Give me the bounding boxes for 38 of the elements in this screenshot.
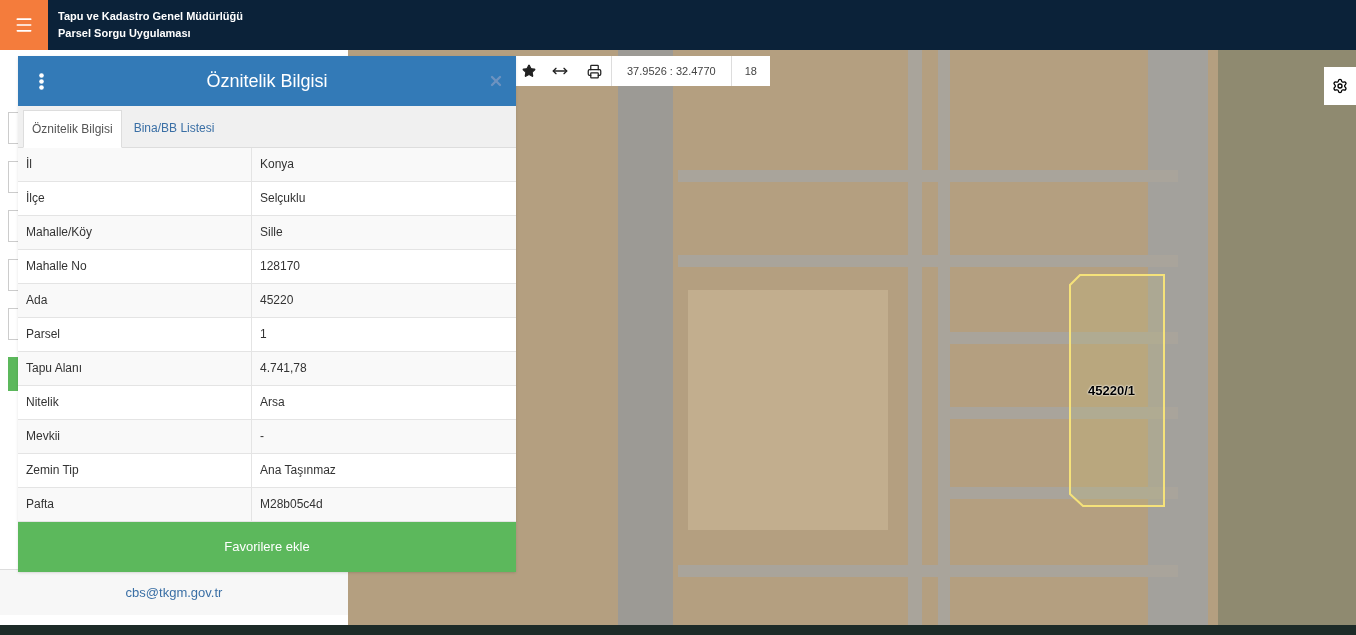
panel-title: Öznitelik Bilgisi [206,69,328,93]
menu-icon [14,15,34,35]
coordinates-readout: 37.9526 : 32.4770 [612,56,732,86]
header-subtitle: Parsel Sorgu Uygulaması [58,27,192,40]
attribute-label: Ada [18,284,252,317]
more-options-icon [38,72,44,90]
attribute-label: İlçe [18,182,252,215]
close-icon [488,73,504,89]
attribute-value: 128170 [259,258,302,275]
attribute-label: İl [18,148,252,181]
attribute-value: 45220 [259,292,295,309]
attribute-label: Parsel [18,318,252,351]
settings-icon [1332,78,1348,94]
attribute-value: Konya [259,156,296,173]
attribute-value: - [259,428,265,445]
settings-button[interactable] [1324,67,1356,105]
attribute-label: Zemin Tip [18,454,252,487]
attribute-value: Selçuklu [259,190,307,207]
attribute-label: Mahalle/Köy [18,216,252,249]
attribute-label: Nitelik [18,386,252,419]
attribute-value: Ana Taşınmaz [259,462,337,479]
header-title: Tapu ve Kadastro Genel Müdürlüğü [58,10,243,23]
attribute-label: Tapu Alanı [18,352,252,385]
panel-tab[interactable]: Bina/BB Listesi [121,109,227,147]
panel-tab[interactable]: Öznitelik Bilgisi [23,110,122,148]
printer-icon [587,63,602,79]
email-link[interactable]: cbs@tkgm.gov.tr [125,582,223,603]
attribute-value: 1 [259,326,268,343]
attribute-label: Mevkii [18,420,252,453]
attribute-label: Pafta [18,488,252,521]
parcel-label: 45220/1 [1088,382,1135,400]
attribute-value: Arsa [259,394,286,411]
attribute-value: Sille [259,224,284,241]
zoom-level: 18 [743,64,758,79]
attribute-value: M28b05c4d [259,496,324,513]
star-icon [522,64,536,78]
attribute-value: 4.741,78 [259,360,308,377]
attribute-label: Mahalle No [18,250,252,283]
